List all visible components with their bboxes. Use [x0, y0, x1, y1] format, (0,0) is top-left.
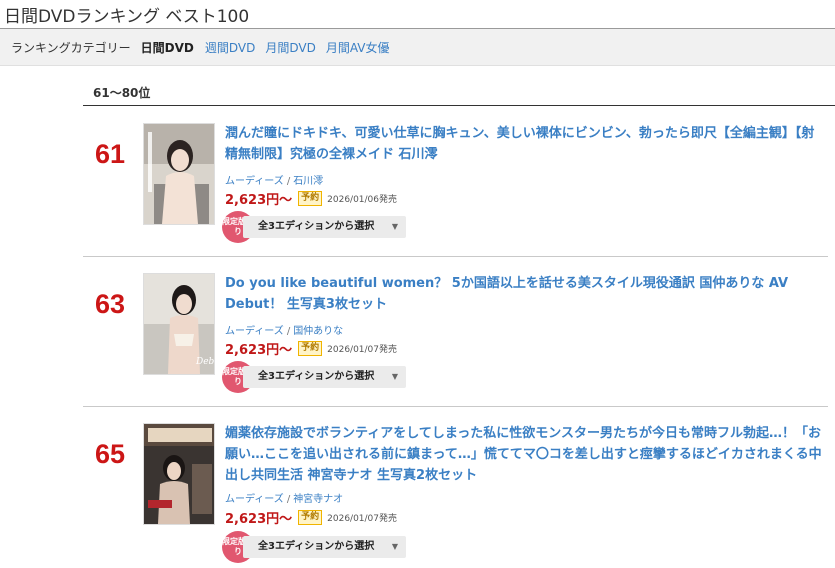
maker-link[interactable]: ムーディーズ [225, 494, 284, 505]
svg-text:Debut: Debut [195, 357, 215, 367]
category-label: ランキングカテゴリー [11, 40, 131, 55]
preorder-badge: 予約 [298, 341, 323, 356]
rank-number: 65 [95, 439, 126, 469]
category-link-monthly-av-actress[interactable]: 月間AV女優 [326, 39, 390, 56]
product-title-link[interactable]: 潤んだ瞳にドキドキ、可愛い仕草に胸キュン、美しい裸体にビンビン、勃ったら即尺【全… [225, 123, 825, 165]
actress-link[interactable]: 国仲ありな [293, 326, 343, 337]
maker-link[interactable]: ムーディーズ [225, 326, 284, 337]
preorder-badge: 予約 [298, 510, 323, 525]
ranking-item: 65 媚薬依存施設でボランティアをしてしまった私に性欲モンスター男たちが今日も常… [83, 423, 835, 568]
ranking-category-bar: ランキングカテゴリー 日間DVD 週間DVD 月間DVD 月間AV女優 [0, 28, 835, 66]
price-row: 2,623円〜 予約 2026/01/07発売 [225, 339, 397, 358]
preorder-badge: 予約 [298, 191, 323, 206]
edition-select-dropdown[interactable]: 全3エディションから選択 ▼ [243, 366, 406, 388]
release-date: 2026/01/07発売 [327, 345, 398, 355]
category-current-daily-dvd: 日間DVD [140, 40, 194, 55]
product-meta: ムーディーズ / 石川澪 [225, 176, 324, 187]
rank-number: 61 [95, 139, 126, 169]
edition-select-dropdown[interactable]: 全3エディションから選択 ▼ [243, 536, 406, 558]
product-title-link[interactable]: 媚薬依存施設でボランティアをしてしまった私に性欲モンスター男たちが今日も常時フル… [225, 423, 825, 486]
item-divider [83, 406, 828, 407]
ranking-item: 63 Debut Do you like beautiful women？ 5か… [83, 273, 835, 395]
rank-number: 63 [95, 289, 126, 319]
product-thumbnail[interactable] [143, 123, 215, 225]
product-thumbnail[interactable]: Debut [143, 273, 215, 375]
edition-select-dropdown[interactable]: 全3エディションから選択 ▼ [243, 216, 406, 238]
product-thumbnail[interactable] [143, 423, 215, 525]
release-date: 2026/01/07発売 [327, 514, 398, 524]
product-meta: ムーディーズ / 国仲ありな [225, 326, 344, 337]
price-row: 2,623円〜 予約 2026/01/07発売 [225, 508, 397, 527]
page-title: 日間DVDランキング ベスト100 [4, 7, 250, 27]
price: 2,623円〜 [225, 512, 293, 527]
edition-select-label: 全3エディションから選択 [258, 371, 375, 382]
price-row: 2,623円〜 予約 2026/01/06発売 [225, 189, 397, 208]
caret-down-icon: ▼ [391, 542, 398, 551]
caret-down-icon: ▼ [391, 222, 398, 231]
edition-select-label: 全3エディションから選択 [258, 541, 375, 552]
maker-link[interactable]: ムーディーズ [225, 176, 284, 187]
range-heading: 61〜80位 [83, 84, 835, 106]
item-divider [83, 256, 828, 257]
product-title-link[interactable]: Do you like beautiful women？ 5か国語以上を話せる美… [225, 273, 825, 315]
category-link-weekly-dvd[interactable]: 週間DVD [205, 39, 255, 56]
actress-link[interactable]: 神宮寺ナオ [293, 494, 343, 505]
ranking-item: 61 潤んだ瞳にドキドキ、可愛い仕草に胸キュン、美しい裸体にビンビン、勃ったら即… [83, 123, 835, 245]
edition-select-label: 全3エディションから選択 [258, 221, 375, 232]
price: 2,623円〜 [225, 193, 293, 208]
actress-link[interactable]: 石川澪 [293, 176, 323, 187]
release-date: 2026/01/06発売 [327, 195, 398, 205]
category-link-monthly-dvd[interactable]: 月間DVD [265, 39, 315, 56]
product-meta: ムーディーズ / 神宮寺ナオ [225, 494, 344, 505]
price: 2,623円〜 [225, 343, 293, 358]
caret-down-icon: ▼ [391, 372, 398, 381]
